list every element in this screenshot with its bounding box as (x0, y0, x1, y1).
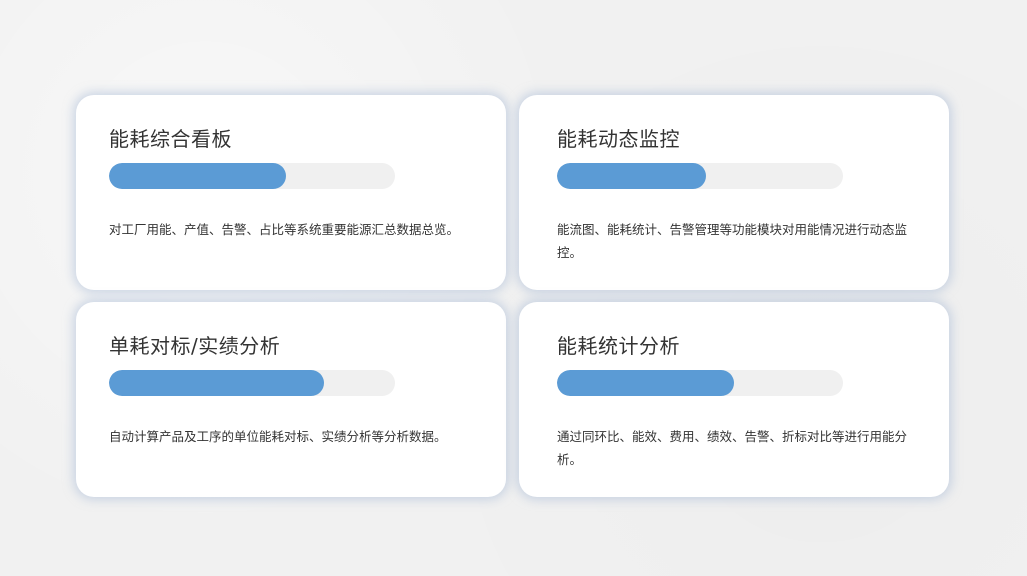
progress-bar-fill (109, 370, 324, 396)
card-title: 单耗对标/实绩分析 (109, 334, 281, 358)
progress-bar (557, 370, 843, 396)
feature-card-statistics-analysis: 能耗统计分析 通过同环比、能效、费用、绩效、告警、折标对比等进行用能分析。 (519, 302, 949, 497)
progress-bar-fill (557, 163, 706, 189)
progress-bar (109, 163, 395, 189)
card-description: 通过同环比、能效、费用、绩效、告警、折标对比等进行用能分析。 (557, 429, 908, 467)
feature-card-benchmark-analysis: 单耗对标/实绩分析 自动计算产品及工序的单位能耗对标、实绩分析等分析数据。 (76, 302, 506, 497)
progress-bar (557, 163, 843, 189)
card-title: 能耗综合看板 (109, 127, 232, 151)
card-description: 能流图、能耗统计、告警管理等功能模块对用能情况进行动态监控。 (557, 222, 908, 260)
card-description: 自动计算产品及工序的单位能耗对标、实绩分析等分析数据。 (109, 429, 447, 444)
progress-bar (109, 370, 395, 396)
card-title: 能耗统计分析 (557, 334, 680, 358)
progress-bar-fill (557, 370, 735, 396)
feature-card-dynamic-monitoring: 能耗动态监控 能流图、能耗统计、告警管理等功能模块对用能情况进行动态监控。 (519, 95, 949, 290)
feature-card-energy-dashboard: 能耗综合看板 对工厂用能、产值、告警、占比等系统重要能源汇总数据总览。 (76, 95, 506, 290)
card-description: 对工厂用能、产值、告警、占比等系统重要能源汇总数据总览。 (109, 222, 460, 237)
card-title: 能耗动态监控 (557, 127, 680, 151)
progress-bar-fill (109, 163, 287, 189)
